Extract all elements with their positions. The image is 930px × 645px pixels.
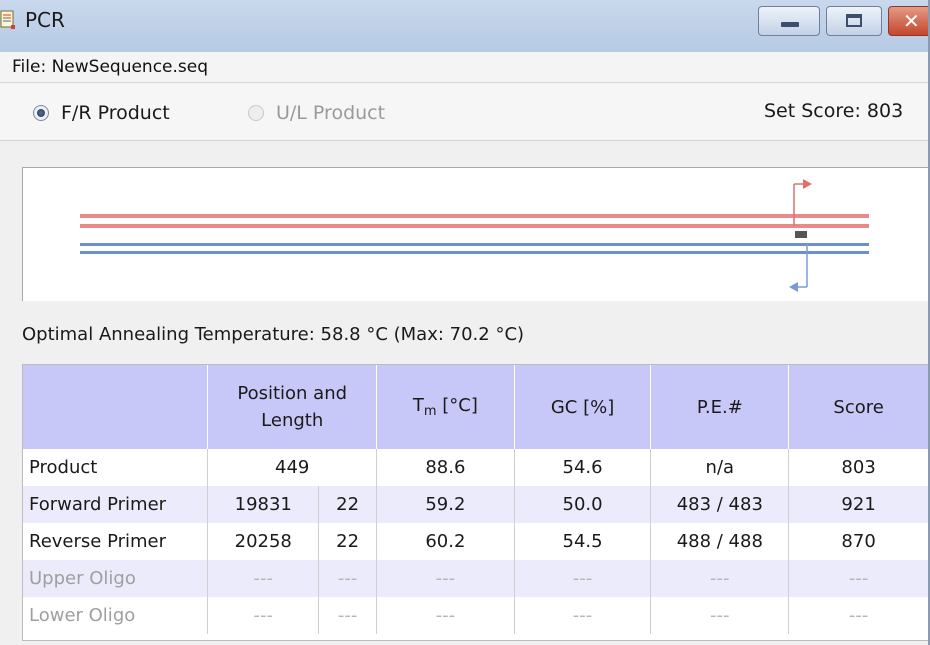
header-tm-main: T [412, 395, 424, 417]
cell-length: --- [318, 597, 378, 634]
header-position-length[interactable]: Position and Length [207, 365, 378, 449]
product-mode-row: F/R Product U/L Product Set Score: 803 [0, 84, 928, 141]
cell-pe: --- [650, 560, 790, 597]
reverse-primer-arrow-icon [789, 282, 798, 292]
forward-strand-line-top [80, 214, 869, 218]
primer-diagram-graphic [80, 179, 869, 292]
primer-overlap-block [795, 231, 807, 238]
cell-tm: --- [376, 560, 515, 597]
cell-tm: 60.2 [376, 523, 515, 560]
radio-disabled-icon [248, 105, 264, 121]
cell-position: 449 [207, 449, 378, 486]
header-position-text: Position and [237, 383, 348, 404]
cell-tm: 59.2 [376, 486, 515, 523]
table-row[interactable]: Reverse Primer 20258 22 60.2 54.5 488 / … [23, 523, 928, 560]
cell-score: 870 [788, 523, 928, 560]
close-button[interactable]: ✕ [888, 6, 928, 36]
cell-length: --- [318, 560, 378, 597]
header-length-text: Length [261, 410, 324, 431]
cell-tm: 88.6 [376, 449, 515, 486]
cell-pe: 488 / 488 [650, 523, 790, 560]
cell-gc: --- [514, 597, 652, 634]
row-label: Lower Oligo [23, 597, 209, 634]
row-label: Upper Oligo [23, 560, 209, 597]
window-title: PCR [25, 8, 65, 32]
primer-diagram [22, 167, 928, 301]
row-label: Reverse Primer [23, 523, 209, 560]
cell-pe: --- [650, 597, 790, 634]
radio-checked-icon[interactable] [33, 105, 49, 121]
header-tm-unit: [°C] [436, 395, 478, 417]
cell-score: 803 [788, 449, 928, 486]
cell-pe: 483 / 483 [650, 486, 790, 523]
pcr-window: PCR ✕ File: NewSequence.seq F/R Product … [0, 0, 930, 645]
ul-product-label: U/L Product [276, 102, 386, 124]
forward-strand-line-bottom [80, 224, 869, 228]
cell-position: --- [207, 597, 320, 634]
table-header-row: Position and Length Tm [°C] GC [%] P.E.#… [23, 365, 928, 449]
table-row[interactable]: Forward Primer 19831 22 59.2 50.0 483 / … [23, 486, 928, 523]
maximize-icon [846, 14, 862, 27]
row-label: Forward Primer [23, 486, 209, 523]
cell-length: 22 [318, 523, 378, 560]
cell-score: --- [788, 597, 928, 634]
cell-position: 20258 [207, 523, 320, 560]
cell-position: --- [207, 560, 320, 597]
primer-results-table: Position and Length Tm [°C] GC [%] P.E.#… [22, 364, 928, 641]
fr-product-radio[interactable]: F/R Product [33, 102, 170, 124]
title-bar[interactable]: PCR ✕ [0, 0, 928, 52]
reverse-strand-line-top [80, 243, 869, 246]
file-row: File: NewSequence.seq [0, 52, 928, 83]
maximize-button[interactable] [826, 6, 882, 36]
cell-score: --- [788, 560, 928, 597]
document-icon [0, 10, 15, 29]
set-score-label: Set Score: 803 [764, 100, 904, 122]
cell-length: 22 [318, 486, 378, 523]
optimal-annealing-temperature: Optimal Annealing Temperature: 58.8 °C (… [22, 324, 525, 345]
row-label: Product [23, 449, 209, 486]
table-row: Upper Oligo --- --- --- --- --- --- [23, 560, 928, 597]
cell-pe: n/a [650, 449, 790, 486]
header-empty [23, 365, 209, 449]
cell-tm: --- [376, 597, 515, 634]
cell-score: 921 [788, 486, 928, 523]
reverse-strand-line-bottom [80, 251, 869, 254]
fr-product-label[interactable]: F/R Product [61, 102, 170, 124]
cell-gc: 54.5 [514, 523, 652, 560]
cell-gc: 50.0 [514, 486, 652, 523]
header-tm[interactable]: Tm [°C] [376, 365, 515, 449]
header-pe[interactable]: P.E.# [650, 365, 790, 449]
minimize-icon [781, 22, 799, 27]
table-row: Lower Oligo --- --- --- --- --- --- [23, 597, 928, 634]
forward-primer-arrow-icon [803, 179, 812, 189]
table-row[interactable]: Product 449 88.6 54.6 n/a 803 [23, 449, 928, 486]
header-tm-sub: m [423, 404, 437, 420]
cell-gc: 54.6 [514, 449, 652, 486]
header-score[interactable]: Score [788, 365, 928, 449]
ul-product-radio: U/L Product [248, 102, 385, 124]
close-icon: ✕ [903, 9, 920, 33]
minimize-button[interactable] [758, 6, 820, 36]
cell-gc: --- [514, 560, 652, 597]
cell-position: 19831 [207, 486, 320, 523]
results-table: Position and Length Tm [°C] GC [%] P.E.#… [23, 365, 928, 634]
header-gc[interactable]: GC [%] [514, 365, 652, 449]
file-name-label: File: NewSequence.seq [12, 57, 209, 77]
